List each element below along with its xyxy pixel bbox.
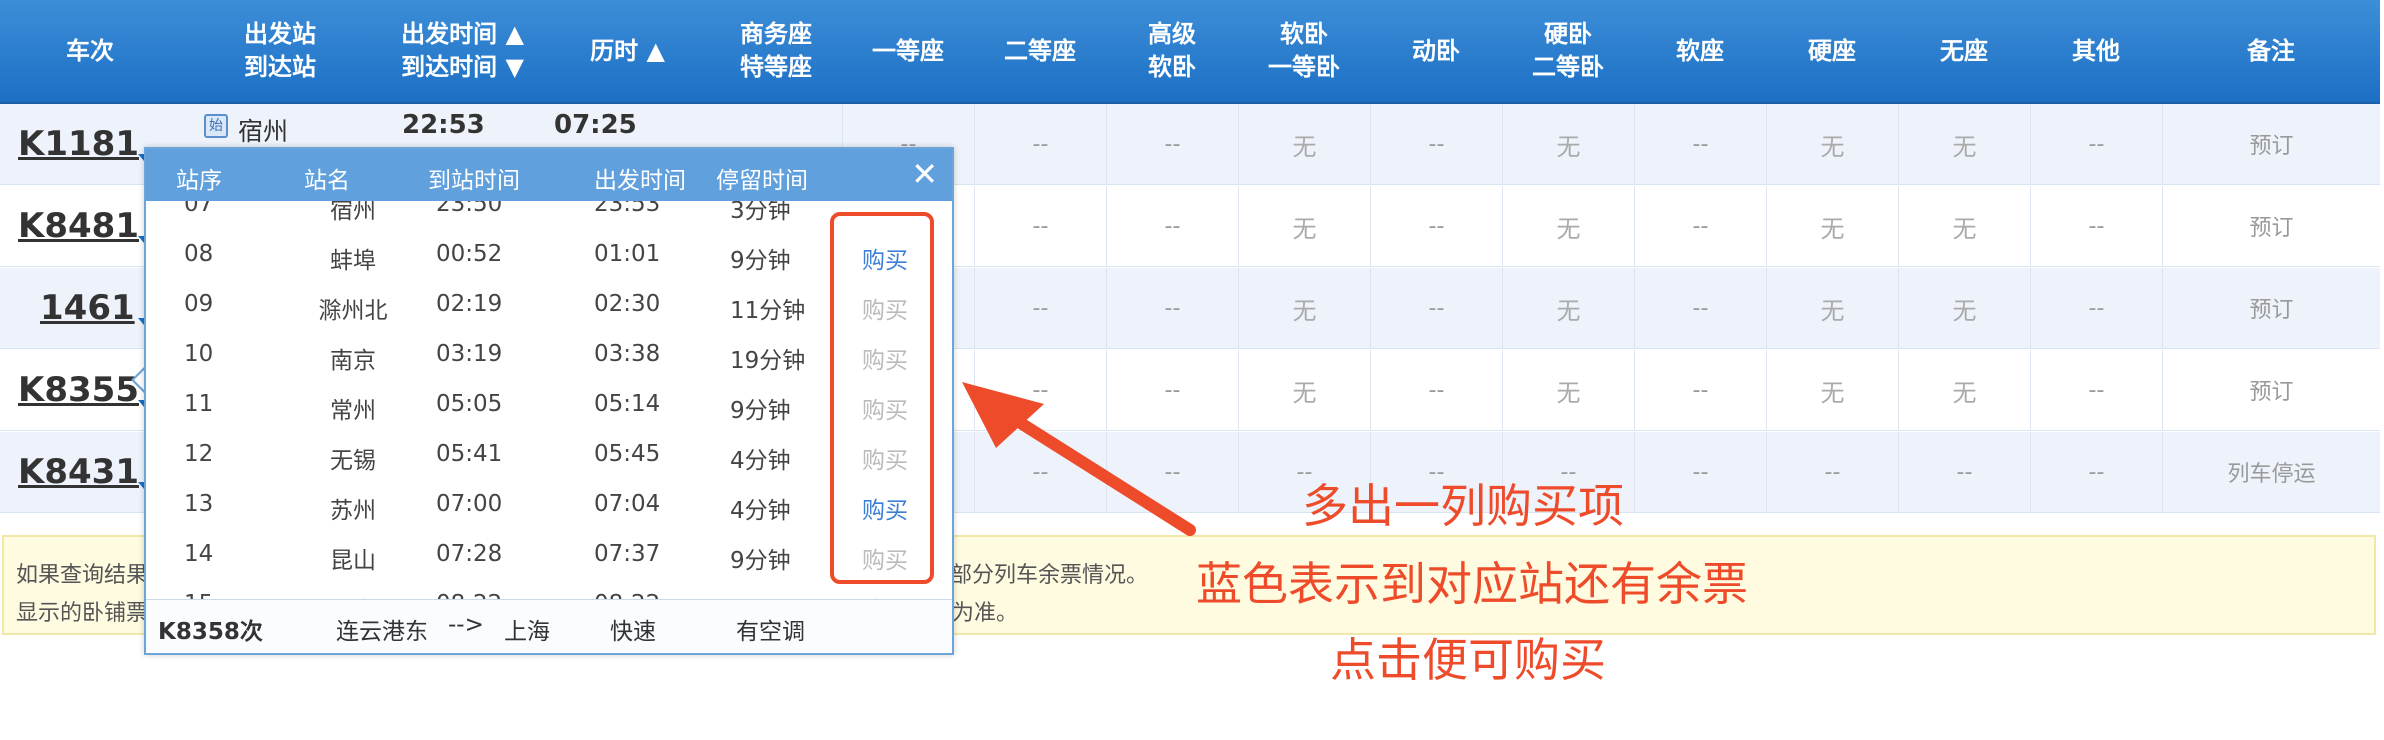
annotation-arrow bbox=[962, 382, 1196, 536]
arrow-shaft bbox=[994, 404, 1196, 536]
annotation-line-3: 点击便可购买 bbox=[1330, 633, 1606, 687]
annotation-line-2: 蓝色表示到对应站还有余票 bbox=[1196, 557, 1748, 611]
arrow-head bbox=[962, 382, 1044, 448]
annotation-line-1: 多出一列购买项 bbox=[1302, 479, 1624, 533]
train-search-results: 车次 出发站 到达站 出发时间 ▲ 到达时间 ▼ 历时 ▲ 商务座 特等座 一等… bbox=[0, 0, 2384, 740]
